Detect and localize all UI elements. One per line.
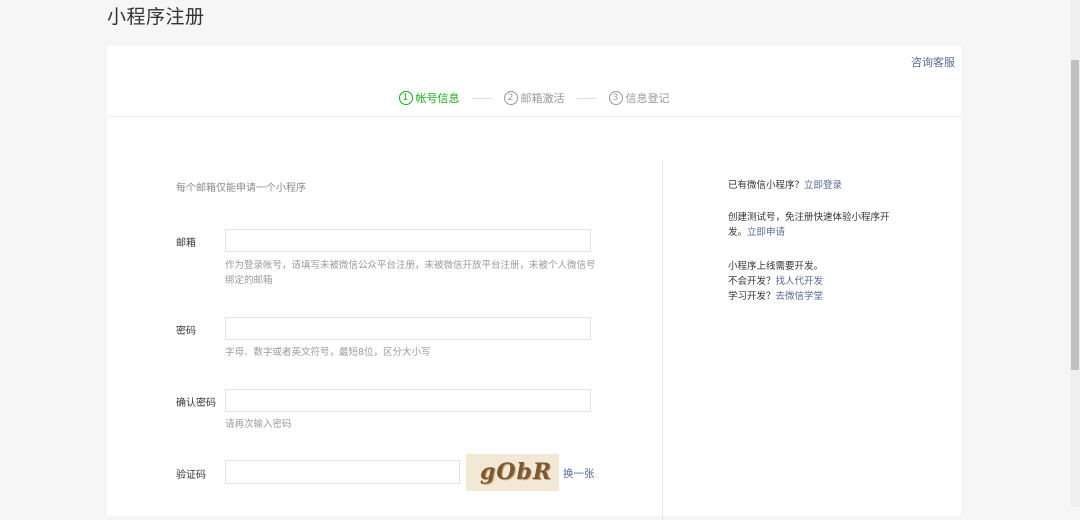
captcha-refresh-link[interactable]: 换一张 [563,466,595,481]
captcha-input[interactable] [225,460,460,484]
password-tip: 字母、数字或者英文符号，最短8位，区分大小写 [225,347,431,358]
email-field[interactable] [225,229,591,252]
sidebar-login-text: 已有微信小程序？ [728,180,805,191]
sidebar-test-account: 创建测试号，免注册快速体验小程序开发。立即申请 [728,210,908,240]
registration-card: 咨询客服 1 帐号信息 2 邮箱激活 3 信息登记 每个邮箱仅能申请一个小程序 … [107,46,961,520]
email-label: 邮箱 [176,238,196,249]
sidebar-dev: 小程序上线需要开发。 不会开发？找人代开发 学习开发？去微信学堂 [728,259,908,304]
sidebar-dev-line3: 学习开发？去微信学堂 [728,289,908,304]
column-divider [662,160,663,520]
apply-test-link[interactable]: 立即申请 [747,227,785,238]
email-tip: 作为登录帐号，请填写未被微信公众平台注册，未被微信开放平台注册，未被个人微信号绑… [225,260,596,286]
page-scrollbar[interactable] [1070,0,1080,507]
confirm-password-label: 确认密码 [176,398,216,409]
registration-form: 每个邮箱仅能申请一个小程序 邮箱 作为登录帐号，请填写未被微信公众平台注册，未被… [107,46,662,516]
form-intro: 每个邮箱仅能申请一个小程序 [176,183,306,194]
page-title: 小程序注册 [107,6,205,28]
captcha-label: 验证码 [176,470,206,481]
captcha-image-text: gObR [480,459,553,485]
customer-service-link[interactable]: 咨询客服 [911,54,955,70]
wechat-school-link[interactable]: 去微信学堂 [776,291,824,302]
sidebar-dev-line2-text: 不会开发？ [728,276,776,287]
scrollbar-thumb[interactable] [1071,60,1079,370]
sidebar-dev-line1: 小程序上线需要开发。 [728,261,824,272]
sidebar-login: 已有微信小程序？立即登录 [728,178,908,193]
confirm-password-field[interactable] [225,389,591,412]
captcha-image[interactable]: gObR [466,454,559,491]
find-developer-link[interactable]: 找人代开发 [776,276,824,287]
password-field[interactable] [225,317,591,340]
sidebar-dev-line2: 不会开发？找人代开发 [728,274,908,289]
confirm-password-tip: 请再次输入密码 [225,419,292,430]
sidebar-dev-line3-text: 学习开发？ [728,291,776,302]
login-link[interactable]: 立即登录 [804,180,842,191]
password-label: 密码 [176,326,196,337]
